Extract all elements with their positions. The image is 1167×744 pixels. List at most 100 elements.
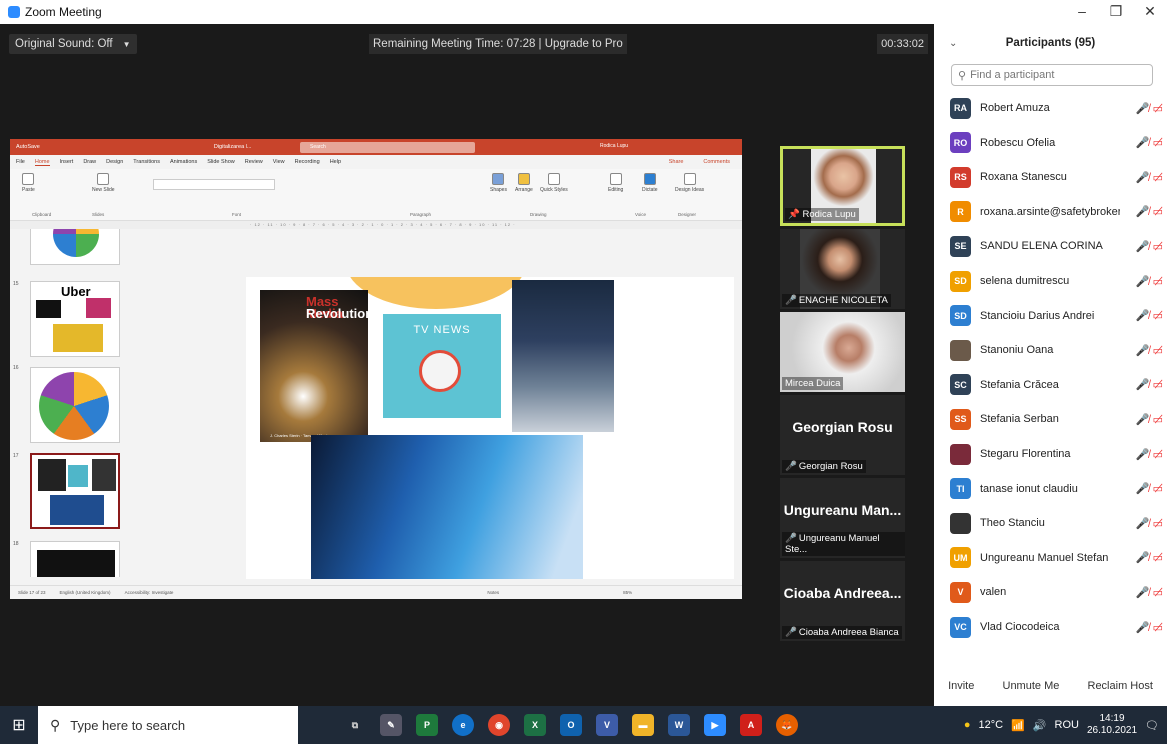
group-paragraph: Paragraph [410, 212, 432, 217]
group-clipboard: Clipboard [32, 212, 52, 217]
video-tile-mircea-duica[interactable]: Mircea Duica [780, 312, 905, 392]
word-icon[interactable]: W [668, 714, 690, 736]
original-sound-button[interactable]: Original Sound: Off ▼ [9, 34, 137, 54]
shapes-icon [492, 173, 505, 185]
edge-icon[interactable]: e [452, 714, 474, 736]
shapes-label: Shapes [490, 187, 507, 193]
muted-mic-and-video-off-icon: 🎤̸ ▭̸ [1135, 552, 1163, 565]
outlook-icon[interactable]: O [560, 714, 582, 736]
participant-row[interactable]: UM Ungureanu Manuel Stefan 🎤̸ ▭̸ [950, 546, 1165, 570]
remaining-time-banner[interactable]: Remaining Meeting Time: 07:28 | Upgrade … [369, 34, 627, 54]
search-icon: ⚲ [50, 716, 61, 733]
participant-row[interactable]: SS Stefania Serban 🎤̸ ▭̸ [950, 407, 1165, 431]
muted-mic-and-video-off-icon: 🎤̸ ▭̸ [1135, 137, 1163, 150]
participant-row[interactable]: RA Robert Amuza 🎤̸ ▭̸ [950, 96, 1165, 120]
participant-name: Stegaru Florentina [980, 448, 1071, 460]
slide-book-cover: Mass Media Revolution J. Charles Sterin … [260, 290, 373, 442]
video-tile-cioaba-andreea[interactable]: Cioaba Andreea... 🎤 Cioaba Andreea Bianca [780, 561, 905, 641]
chrome-icon[interactable]: ◉ [488, 714, 510, 736]
video-tile-georgian-rosu[interactable]: Georgian Rosu 🎤 Georgian Rosu [780, 395, 905, 475]
visio-icon[interactable]: V [596, 714, 618, 736]
avatar: SD [950, 270, 971, 292]
participant-row[interactable]: SC Stefania Crăcea 🎤̸ ▭̸ [950, 373, 1165, 397]
group-drawing: Drawing [530, 212, 547, 217]
video-big-name: Georgian Rosu [792, 419, 893, 435]
ppt-editing: Editing [608, 173, 623, 193]
chevron-down-icon[interactable]: ⌄ [949, 38, 957, 49]
paste-label: Paste [22, 187, 35, 193]
video-name-label: 📌 Rodica Lupu [785, 208, 859, 221]
task-view-icon[interactable]: ⧉ [344, 714, 366, 736]
acrobat-icon[interactable]: A [740, 714, 762, 736]
ppt-quick-styles: Quick Styles [540, 173, 568, 193]
ppt-share-button: Share [668, 159, 684, 165]
ppt-tab-animations: Animations [169, 159, 198, 165]
tray-clock[interactable]: 14:19 26.10.2021 [1087, 713, 1137, 737]
chevron-down-icon[interactable]: ▼ [123, 40, 131, 49]
unmute-me-button[interactable]: Unmute Me [997, 678, 1066, 694]
volume-icon[interactable]: 🔊 [1033, 719, 1047, 732]
participant-name: Stancioiu Darius Andrei [980, 309, 1095, 322]
video-tile-ungureanu-manuel[interactable]: Ungureanu Man... 🎤 Ungureanu Manuel Ste..… [780, 478, 905, 558]
ppt-search-box: Search [300, 142, 475, 153]
notifications-icon[interactable]: 🗨 [1145, 719, 1159, 732]
window-title: Zoom Meeting [25, 5, 102, 19]
video-tile-rodica-lupu[interactable]: 📌 Rodica Lupu [780, 146, 905, 226]
taskbar-search[interactable]: ⚲ Type here to search [38, 706, 298, 744]
participant-row[interactable]: RO Robescu Ofelia 🎤̸ ▭̸ [950, 131, 1165, 155]
participant-row[interactable]: RS Roxana Stanescu 🎤̸ ▭̸ [950, 165, 1165, 189]
network-icon[interactable]: 📶 [1011, 719, 1025, 732]
participant-row[interactable]: SD Stancioiu Darius Andrei 🎤̸ ▭̸ [950, 304, 1165, 328]
thumb-number-18: 18 [13, 541, 19, 547]
tray-temperature[interactable]: 12°C [979, 719, 1004, 731]
close-button[interactable]: ✕ [1133, 0, 1167, 24]
thumb-image [86, 298, 111, 318]
participant-row[interactable]: Theo Stanciu 🎤̸ ▭̸ [950, 511, 1165, 535]
system-tray: ● 12°C 📶 🔊 ROU 14:19 26.10.2021 🗨 [964, 713, 1167, 737]
muted-mic-and-video-off-icon: 🎤̸ ▭̸ [1135, 517, 1163, 530]
project-icon[interactable]: P [416, 714, 438, 736]
avatar: TI [950, 478, 971, 500]
editing-label: Editing [608, 187, 624, 193]
participant-name: Ungureanu Manuel Stefan [980, 551, 1109, 564]
thumb-number-17: 17 [13, 453, 19, 459]
video-name-label: 🎤 Ungureanu Manuel Ste... [782, 532, 905, 556]
ppt-tab-help: Help [329, 159, 341, 165]
windows-taskbar: ⊞ ⚲ Type here to search ⧉ ✎ P e ◉ X O V … [0, 706, 1167, 744]
excel-icon[interactable]: X [524, 714, 546, 736]
weather-icon[interactable]: ● [964, 719, 971, 731]
participant-row[interactable]: SE SANDU ELENA CORINA 🎤̸ ▭̸ [950, 234, 1165, 258]
participant-row[interactable]: TI tanase ionut claudiu 🎤̸ ▭̸ [950, 477, 1165, 501]
taskbar-search-placeholder: Type here to search [70, 717, 186, 733]
satellite-dish-icon [419, 350, 461, 392]
participant-row[interactable]: Stegaru Florentina 🎤̸ ▭̸ [950, 442, 1165, 466]
design-ideas-label: Design Ideas [675, 187, 705, 193]
zoom-icon[interactable]: ▶ [704, 714, 726, 736]
arrange-icon [517, 173, 530, 185]
reclaim-host-button[interactable]: Reclaim Host [1082, 678, 1159, 694]
participant-row[interactable]: VC Vlad Ciocodeica 🎤̸ ▭̸ [950, 615, 1165, 639]
participant-row[interactable]: SD selena dumitrescu 🎤̸ ▭̸ [950, 269, 1165, 293]
app-icon[interactable]: ✎ [380, 714, 402, 736]
ppt-dictate: Dictate [642, 173, 658, 193]
participant-row[interactable]: Rroxana.arsinte@safetybroker.ro 🎤̸ ▭̸ [950, 200, 1165, 224]
muted-mic-icon: 🎤 [785, 533, 797, 544]
tray-language[interactable]: ROU [1055, 719, 1079, 731]
file-explorer-icon[interactable]: ▬ [632, 714, 654, 736]
participant-row[interactable]: Vvalen 🎤̸ ▭̸ [950, 580, 1165, 604]
participant-row[interactable]: Stanoniu Oana 🎤̸ ▭̸ [950, 338, 1165, 362]
invite-button[interactable]: Invite [942, 678, 980, 694]
muted-mic-icon: 🎤 [785, 627, 797, 638]
find-participant-input[interactable]: ⚲ Find a participant [951, 64, 1153, 86]
video-tile-enache-nicoleta[interactable]: 🎤 ENACHE NICOLETA [780, 229, 905, 309]
restore-button[interactable]: ❐ [1099, 0, 1133, 24]
muted-mic-and-video-off-icon: 🎤̸ ▭̸ [1135, 275, 1163, 288]
ppt-comments-button: Comments [703, 159, 730, 165]
minimize-button[interactable]: – [1065, 0, 1099, 24]
video-name-label: 🎤 ENACHE NICOLETA [782, 294, 891, 307]
firefox-icon[interactable]: 🦊 [776, 714, 798, 736]
windows-start-icon[interactable]: ⊞ [0, 715, 38, 735]
thumb-number-15: 15 [13, 281, 19, 287]
muted-mic-and-video-off-icon: 🎤̸ ▭̸ [1135, 379, 1163, 392]
avatar [950, 443, 971, 465]
